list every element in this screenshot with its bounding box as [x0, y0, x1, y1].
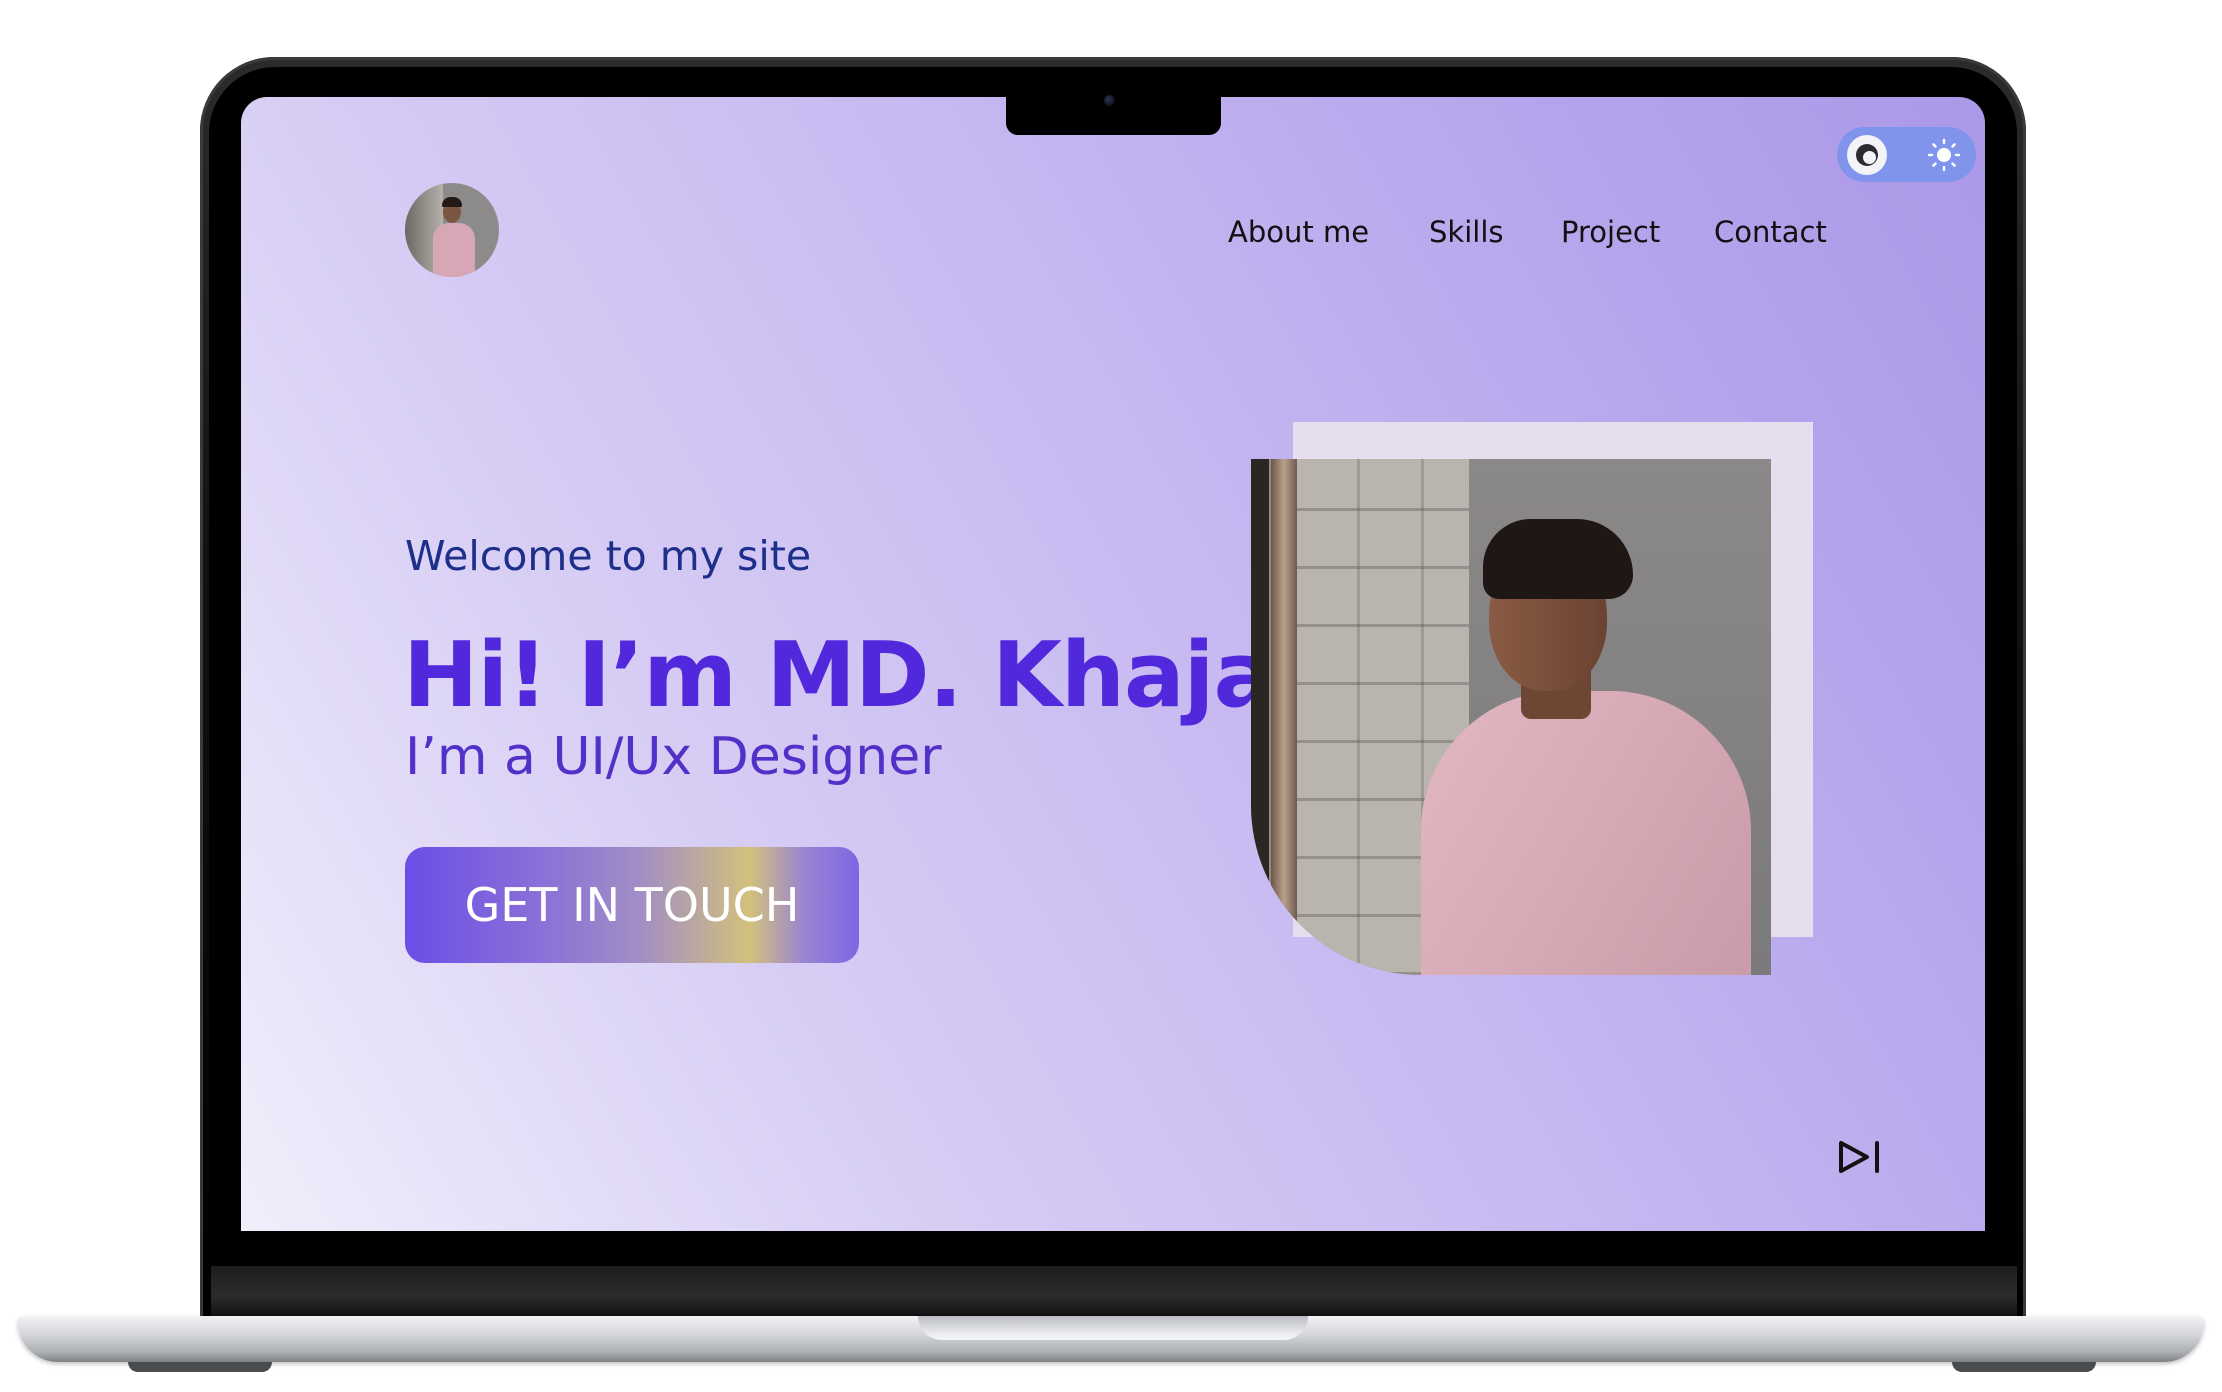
hero-subline: I’m a UI/Ux Designer	[405, 727, 942, 787]
main-nav: About me Skills Project Contact	[241, 215, 1985, 255]
skip-forward-icon[interactable]	[1837, 1139, 1885, 1175]
laptop-foot-right	[1952, 1362, 2096, 1372]
moon-icon	[1856, 144, 1878, 166]
website-screen: About me Skills Project Contact Welcome …	[241, 97, 1985, 1231]
portrait-photo	[1251, 459, 1771, 975]
dark-mode-option[interactable]	[1847, 135, 1887, 175]
nav-item-project[interactable]: Project	[1561, 215, 1660, 249]
nav-item-contact[interactable]: Contact	[1714, 215, 1827, 249]
hinge	[211, 1266, 2017, 1316]
laptop-mockup: About me Skills Project Contact Welcome …	[0, 0, 2222, 1392]
camera-lens	[1104, 95, 1115, 106]
nav-item-skills[interactable]: Skills	[1429, 215, 1503, 249]
sun-icon[interactable]	[1927, 138, 1961, 172]
nav-item-about-me[interactable]: About me	[1228, 215, 1369, 249]
theme-toggle[interactable]	[1837, 127, 1976, 182]
laptop-foot-left	[128, 1362, 272, 1372]
get-in-touch-button[interactable]: GET IN TOUCH	[405, 847, 859, 963]
hero-headline: Hi! I’m MD. Khaja	[403, 623, 1274, 728]
base-opening-notch	[918, 1316, 1308, 1340]
welcome-text: Welcome to my site	[405, 532, 812, 580]
